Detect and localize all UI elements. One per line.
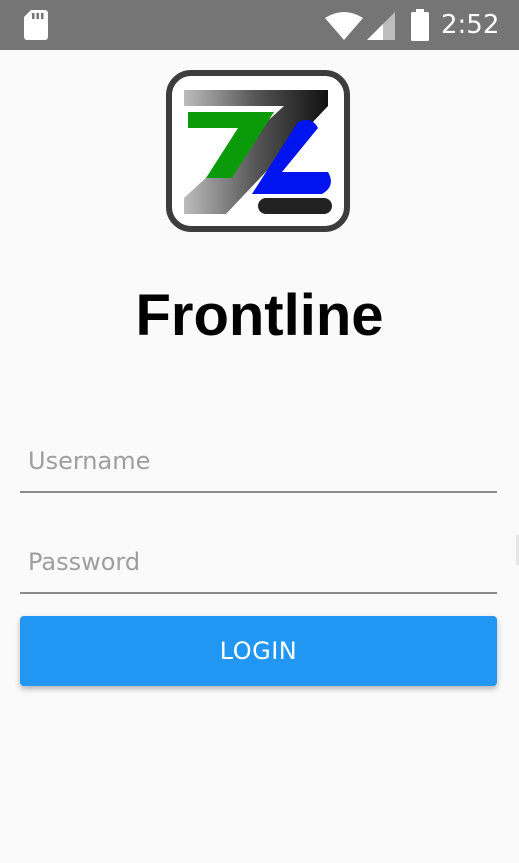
password-input[interactable] <box>20 532 497 594</box>
status-time: 2:52 <box>441 10 500 40</box>
status-bar: 2:52 <box>0 0 519 50</box>
signal-icon <box>367 12 395 40</box>
login-button[interactable]: LOGIN <box>20 616 497 686</box>
sd-card-icon <box>24 10 48 40</box>
wifi-icon <box>325 12 363 40</box>
login-screen: 2:52 Frontline LOGIN <box>0 0 519 863</box>
app-title: Frontline <box>135 283 384 348</box>
username-input[interactable] <box>20 431 497 493</box>
zz-logo-icon <box>166 70 350 232</box>
battery-icon <box>411 9 429 41</box>
